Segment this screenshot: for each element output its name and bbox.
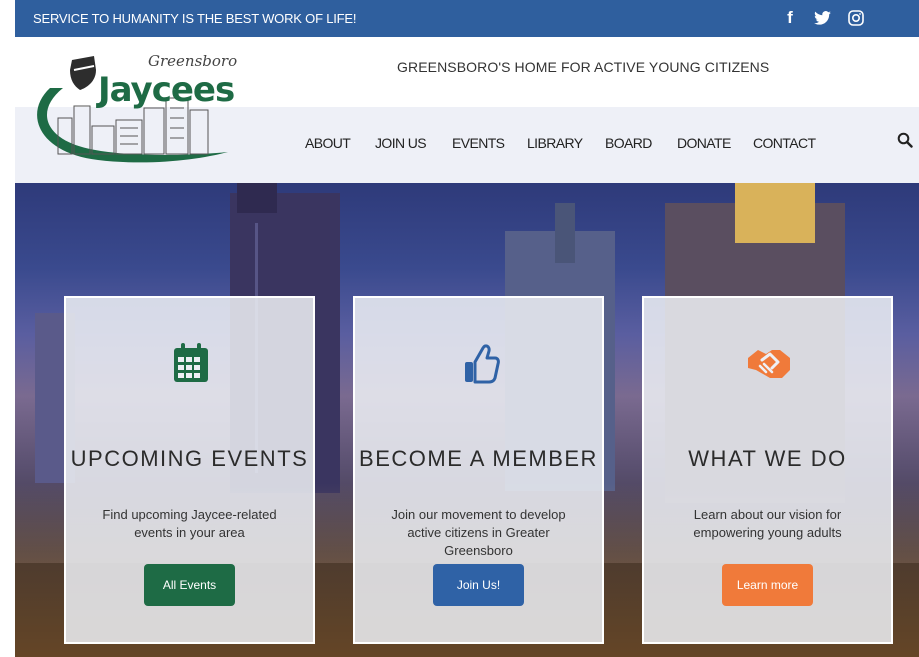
nav-item-about[interactable]: ABOUT [305,135,351,151]
instagram-icon[interactable] [847,7,865,29]
nav-item-events[interactable]: EVENTS [452,135,505,151]
handshake-icon [744,338,794,388]
card-title: UPCOMING EVENTS [70,446,309,471]
site-headline: GREENSBORO'S HOME FOR ACTIVE YOUNG CITIZ… [397,59,770,75]
thumbs-up-icon [455,338,505,388]
twitter-icon[interactable] [812,7,832,29]
nav-item-contact[interactable]: CONTACT [753,135,816,151]
facebook-icon[interactable]: f [783,7,797,29]
search-icon[interactable] [897,132,915,150]
nav-item-donate[interactable]: DONATE [677,135,731,151]
card-become-member: BECOME A MEMBER Join our movement to dev… [353,296,604,644]
all-events-button[interactable]: All Events [144,564,235,606]
card-upcoming-events: UPCOMING EVENTS Find upcoming Jaycee-rel… [64,296,315,644]
nav-item-join-us[interactable]: JOIN US [375,135,427,151]
card-description: Join our movement to develop active citi… [391,507,566,558]
hero-section: UPCOMING EVENTS Find upcoming Jaycee-rel… [15,183,919,657]
card-description: Learn about our vision for empowering yo… [693,507,842,540]
join-us-button[interactable]: Join Us! [433,564,524,606]
card-description: Find upcoming Jaycee-related events in y… [102,507,277,540]
top-bar: SERVICE TO HUMANITY IS THE BEST WORK OF … [15,0,919,37]
learn-more-button[interactable]: Learn more [722,564,813,606]
card-title: WHAT WE DO [688,446,847,471]
nav-item-board[interactable]: BOARD [605,135,652,151]
nav-item-library[interactable]: LIBRARY [527,135,583,151]
tagline: SERVICE TO HUMANITY IS THE BEST WORK OF … [33,11,357,26]
logo-script-text: Greensboro [148,52,238,70]
card-title: BECOME A MEMBER [359,446,598,471]
jaycees-logo[interactable]: Greensboro Jaycees [28,48,243,168]
logo-name-text: Jaycees [98,70,235,110]
card-what-we-do: WHAT WE DO Learn about our vision for em… [642,296,893,644]
calendar-icon [166,338,216,388]
